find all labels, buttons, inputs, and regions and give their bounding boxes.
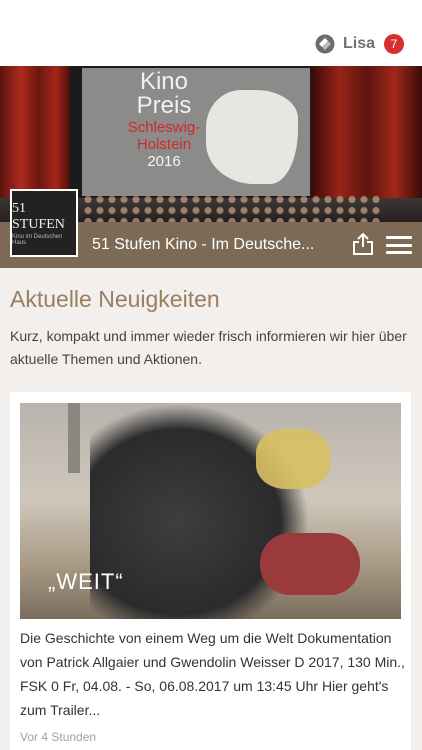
- app-logo-icon: [315, 34, 335, 54]
- screen-line-region2: Holstein: [136, 136, 192, 153]
- news-timestamp: Vor 4 Stunden: [20, 730, 97, 744]
- news-image[interactable]: „WEIT“: [20, 403, 401, 619]
- menu-line: [386, 243, 412, 247]
- screen-text: Kino Preis Schleswig- Holstein 2016: [104, 68, 224, 170]
- news-description: Die Geschichte von einem Weg um die Welt…: [20, 630, 405, 718]
- section-title: Aktuelle Neuigkeiten: [10, 286, 220, 312]
- share-icon[interactable]: [352, 232, 374, 256]
- section-intro: Kurz, kompakt und immer wieder frisch in…: [10, 328, 407, 367]
- user-menu[interactable]: Lisa 7: [315, 33, 404, 55]
- logo-text: 51 STUFEN: [12, 200, 65, 232]
- logo-subtext: Kino im Deutschen Haus: [12, 233, 63, 246]
- news-card[interactable]: „WEIT“ Die Geschichte von einem Weg um d…: [10, 392, 411, 750]
- image-bag: [260, 533, 360, 595]
- menu-line: [386, 236, 412, 239]
- notification-badge[interactable]: 7: [384, 34, 404, 54]
- crowd-faces: [82, 194, 382, 224]
- hamburger-menu-icon[interactable]: [386, 236, 412, 254]
- screen-line-kino: Kino: [139, 68, 189, 95]
- cinema-title[interactable]: 51 Stufen Kino - Im Deutsche...: [92, 236, 342, 254]
- image-scarf: [256, 429, 330, 489]
- cinema-logo[interactable]: 51 STUFEN Kino im Deutschen Haus: [10, 189, 78, 257]
- user-name[interactable]: Lisa: [343, 35, 375, 53]
- screen-line-year: 2016: [147, 153, 181, 170]
- menu-line: [386, 251, 412, 254]
- top-bar: Lisa 7: [0, 0, 422, 66]
- screen-line-region: Schleswig-: [127, 119, 201, 136]
- screen-line-preis: Preis: [136, 92, 192, 119]
- image-pole: [68, 403, 80, 473]
- news-image-caption: „WEIT“: [48, 569, 124, 594]
